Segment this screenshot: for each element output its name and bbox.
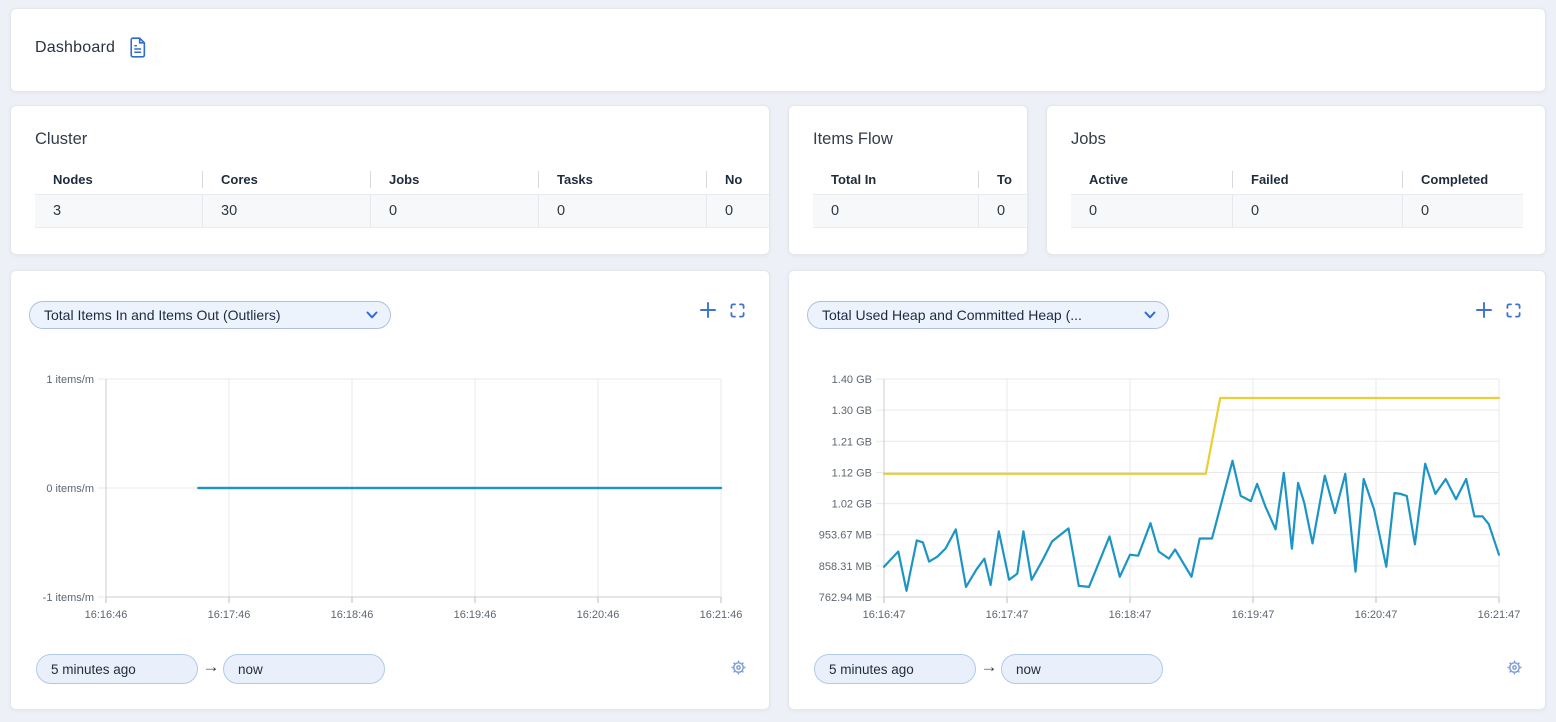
svg-text:-1 items/m: -1 items/m xyxy=(43,592,94,604)
items-chart-actions xyxy=(700,302,745,318)
arrow-right-icon: → xyxy=(978,657,1000,677)
column-header-total-out-clipped: To xyxy=(979,165,1028,194)
column-header-completed: Completed xyxy=(1403,165,1523,194)
column-header-nodes-clipped: No xyxy=(707,165,770,194)
svg-text:16:18:46: 16:18:46 xyxy=(331,609,374,621)
time-from-input[interactable]: 5 minutes ago xyxy=(36,654,198,684)
items-chart-metric-label: Total Items In and Items Out (Outliers) xyxy=(44,307,281,323)
expand-icon[interactable] xyxy=(1506,303,1521,318)
cluster-table: Nodes Cores Jobs Tasks No 3 30 0 0 0 xyxy=(35,165,745,228)
cluster-card: Cluster Nodes Cores Jobs Tasks No 3 30 0… xyxy=(10,105,770,255)
items-chart-plot: 1 items/m 0 items/m -1 items/m 16:16:46 16:1… xyxy=(11,366,756,631)
svg-text:1 items/m: 1 items/m xyxy=(46,374,94,386)
jobs-failed-value: 0 xyxy=(1233,195,1403,227)
svg-text:16:16:46: 16:16:46 xyxy=(85,609,128,621)
column-header-failed: Failed xyxy=(1233,165,1403,194)
column-header-active: Active xyxy=(1071,165,1233,194)
heap-chart-metric-label: Total Used Heap and Committed Heap (... xyxy=(822,307,1082,323)
header-row: Dashboard xyxy=(35,37,1521,58)
svg-text:762.94 MB: 762.94 MB xyxy=(819,592,872,604)
heap-chart-card: Total Used Heap and Committed Heap (... … xyxy=(788,270,1546,710)
page-title: Dashboard xyxy=(35,39,115,57)
svg-text:16:18:47: 16:18:47 xyxy=(1109,609,1152,621)
items-flow-table-header: Total In To xyxy=(813,165,1028,194)
svg-text:1.30 GB: 1.30 GB xyxy=(832,405,872,417)
cluster-cores-value: 30 xyxy=(203,195,371,227)
svg-text:16:20:47: 16:20:47 xyxy=(1355,609,1398,621)
gear-icon[interactable] xyxy=(1506,659,1523,676)
items-chart-card: Total Items In and Items Out (Outliers) … xyxy=(10,270,770,710)
jobs-card-title: Jobs xyxy=(1071,130,1521,149)
svg-text:16:17:47: 16:17:47 xyxy=(986,609,1029,621)
gear-icon[interactable] xyxy=(730,659,747,676)
svg-text:16:19:47: 16:19:47 xyxy=(1232,609,1275,621)
svg-text:858.31 MB: 858.31 MB xyxy=(819,561,872,573)
svg-text:16:17:46: 16:17:46 xyxy=(208,609,251,621)
time-to-input[interactable]: now xyxy=(1001,654,1163,684)
jobs-active-value: 0 xyxy=(1071,195,1233,227)
cluster-clipped-value: 0 xyxy=(707,195,770,227)
column-header-jobs: Jobs xyxy=(371,165,539,194)
jobs-table-header: Active Failed Completed xyxy=(1071,165,1523,194)
arrow-right-icon: → xyxy=(200,657,222,677)
svg-text:16:16:47: 16:16:47 xyxy=(863,609,906,621)
svg-text:1.02 GB: 1.02 GB xyxy=(832,499,872,511)
chevron-down-icon xyxy=(366,311,378,319)
svg-text:16:21:46: 16:21:46 xyxy=(700,609,743,621)
svg-text:1.40 GB: 1.40 GB xyxy=(832,374,872,386)
time-to-input[interactable]: now xyxy=(223,654,385,684)
chevron-down-icon xyxy=(1144,311,1156,319)
column-header-tasks: Tasks xyxy=(539,165,707,194)
total-out-value: 0 xyxy=(979,195,1028,227)
cluster-card-title: Cluster xyxy=(35,130,745,149)
jobs-table-row: 0 0 0 xyxy=(1071,194,1523,228)
svg-text:16:19:46: 16:19:46 xyxy=(454,609,497,621)
column-header-nodes: Nodes xyxy=(35,165,203,194)
svg-text:0 items/m: 0 items/m xyxy=(46,483,94,495)
add-chart-icon[interactable] xyxy=(1476,302,1492,318)
jobs-card: Jobs Active Failed Completed 0 0 0 xyxy=(1046,105,1546,255)
items-flow-card-title: Items Flow xyxy=(813,130,1003,149)
heap-chart-actions xyxy=(1476,302,1521,318)
add-chart-icon[interactable] xyxy=(700,302,716,318)
expand-icon[interactable] xyxy=(730,303,745,318)
items-flow-table: Total In To 0 0 xyxy=(813,165,1003,228)
cluster-table-header: Nodes Cores Jobs Tasks No xyxy=(35,165,770,194)
heap-chart-metric-select[interactable]: Total Used Heap and Committed Heap (... xyxy=(807,301,1169,329)
total-in-value: 0 xyxy=(813,195,979,227)
jobs-completed-value: 0 xyxy=(1403,195,1523,227)
cluster-tasks-value: 0 xyxy=(539,195,707,227)
items-chart-metric-select[interactable]: Total Items In and Items Out (Outliers) xyxy=(29,301,391,329)
jobs-table: Active Failed Completed 0 0 0 xyxy=(1071,165,1521,228)
cluster-table-row: 3 30 0 0 0 xyxy=(35,194,770,228)
column-header-total-in: Total In xyxy=(813,165,979,194)
svg-text:1.21 GB: 1.21 GB xyxy=(832,436,872,448)
cluster-nodes-value: 3 xyxy=(35,195,203,227)
svg-text:953.67 MB: 953.67 MB xyxy=(819,530,872,542)
items-chart-footer: 5 minutes ago → now xyxy=(11,654,769,684)
svg-text:1.12 GB: 1.12 GB xyxy=(832,467,872,479)
time-from-input[interactable]: 5 minutes ago xyxy=(814,654,976,684)
items-flow-table-row: 0 0 xyxy=(813,194,1028,228)
items-flow-card: Items Flow Total In To 0 0 xyxy=(788,105,1028,255)
svg-text:16:21:47: 16:21:47 xyxy=(1478,609,1521,621)
column-header-cores: Cores xyxy=(203,165,371,194)
heap-chart-plot: 1.40 GB 1.30 GB 1.21 GB 1.12 GB 1.02 GB 953.6… xyxy=(789,366,1534,631)
cluster-jobs-value: 0 xyxy=(371,195,539,227)
document-icon xyxy=(128,37,147,58)
svg-text:16:20:46: 16:20:46 xyxy=(577,609,620,621)
header-card: Dashboard xyxy=(10,8,1546,92)
heap-chart-footer: 5 minutes ago → now xyxy=(789,654,1545,684)
